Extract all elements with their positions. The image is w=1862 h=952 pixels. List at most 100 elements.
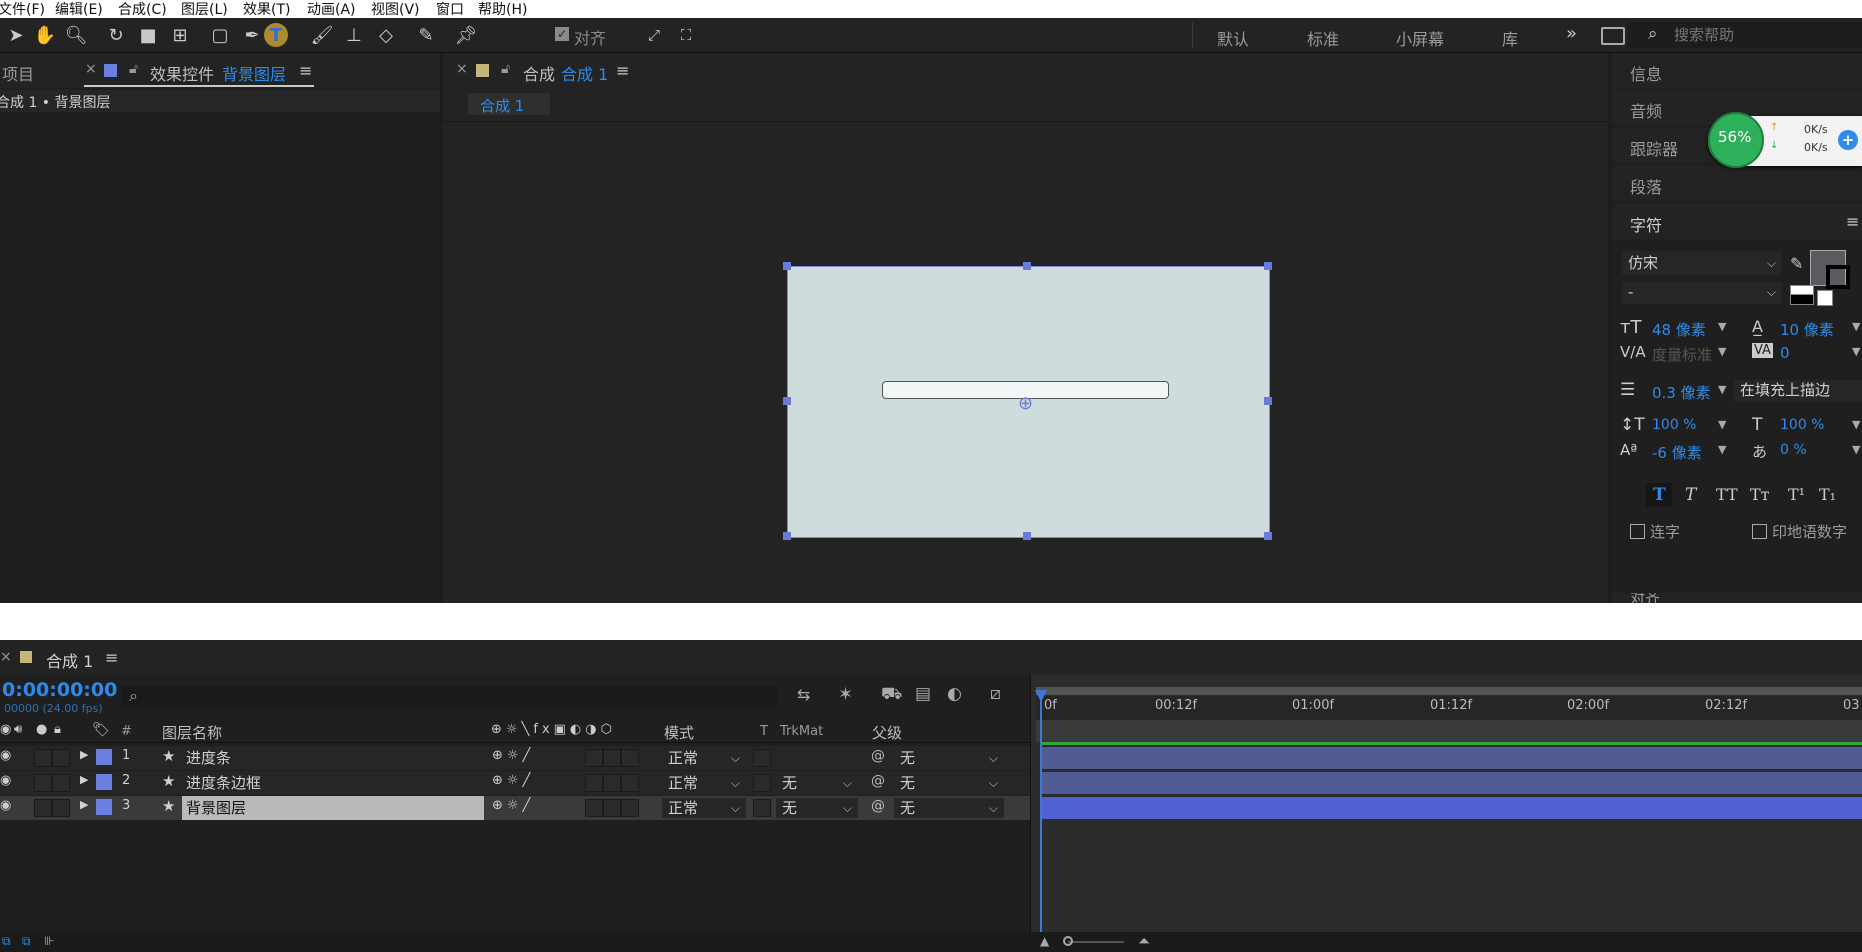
mode-dropdown[interactable]: 正常 ⌵ <box>662 798 746 818</box>
menu-edit[interactable]: 编辑(E) <box>55 0 103 19</box>
layer-row[interactable]: ◉ ▶ 1 ★ 进度条 ⊕☼╱ 正常 ⌵ @ 无 ⌵ <box>0 746 1030 770</box>
snap-icon[interactable]: ⤢ <box>642 23 666 47</box>
chevron-down-icon[interactable]: ▼ <box>1718 320 1726 333</box>
transform-handle[interactable] <box>1023 262 1031 270</box>
menu-composition[interactable]: 合成(C) <box>118 0 167 19</box>
solo-switch[interactable] <box>34 799 52 817</box>
info-panel-header[interactable]: 信息 <box>1612 53 1862 88</box>
panel-menu-icon[interactable]: ≡ <box>299 61 312 80</box>
layer-switch-box[interactable] <box>603 799 621 817</box>
lock-switch[interactable] <box>52 774 70 792</box>
layer-switch-box[interactable] <box>585 749 603 767</box>
character-panel-header[interactable]: 字符 ≡ <box>1612 204 1862 239</box>
selection-tool-icon[interactable]: ➤ <box>4 23 28 47</box>
layer-switch-box[interactable] <box>585 799 603 817</box>
transform-handle[interactable] <box>783 532 791 540</box>
menu-layer[interactable]: 图层(L) <box>181 0 228 19</box>
close-icon[interactable]: × <box>456 61 468 77</box>
transform-handle[interactable] <box>1264 532 1272 540</box>
tab-effect-controls-prefix[interactable]: 效果控件 <box>150 61 214 85</box>
faux-italic-button[interactable]: T <box>1685 485 1696 505</box>
tab-comp-prefix[interactable]: 合成 <box>523 61 555 85</box>
faux-bold-button[interactable]: T <box>1646 483 1672 507</box>
transform-handle[interactable] <box>783 262 791 270</box>
horizontal-scale-value[interactable]: 100 % <box>1780 417 1824 433</box>
layer-switch-box[interactable] <box>603 774 621 792</box>
label-color-swatch[interactable] <box>96 749 112 765</box>
chevron-down-icon[interactable]: ▼ <box>1718 418 1726 431</box>
menu-animation[interactable]: 动画(A) <box>307 0 356 19</box>
graph-editor-icon[interactable]: ⧄ <box>990 684 1001 704</box>
work-area-bar[interactable] <box>1036 687 1862 695</box>
workspace-panel-icon[interactable] <box>1601 27 1625 45</box>
close-icon[interactable]: × <box>85 61 97 77</box>
add-button[interactable]: + <box>1838 130 1858 150</box>
eyedropper-icon[interactable]: ✎ <box>1790 254 1803 273</box>
workspace-more-button[interactable]: » <box>1566 23 1577 44</box>
panel-menu-icon[interactable]: ≡ <box>105 648 118 667</box>
rectangle-tool-icon[interactable]: ▢ <box>208 23 232 47</box>
toggle-switches-icon[interactable]: ⧉ <box>2 934 11 949</box>
superscript-button[interactable]: T¹ <box>1788 485 1805 504</box>
parent-dropdown[interactable]: 无 ⌵ <box>894 748 1004 768</box>
current-time-indicator[interactable] <box>1040 696 1042 952</box>
chevron-down-icon[interactable]: ▼ <box>1852 418 1860 431</box>
tracking-value[interactable]: 0 <box>1780 344 1790 362</box>
zoom-slider-track[interactable] <box>1068 941 1124 943</box>
layer-switch-box[interactable] <box>621 774 639 792</box>
menu-view[interactable]: 视图(V) <box>371 0 420 19</box>
layer-switch-box[interactable] <box>585 774 603 792</box>
eye-icon[interactable]: ◉ <box>0 748 11 763</box>
layer-duration-bar-selected[interactable] <box>1041 797 1862 819</box>
playhead-icon[interactable] <box>1035 690 1047 702</box>
label-color-swatch[interactable] <box>96 774 112 790</box>
clone-stamp-tool-icon[interactable]: ⊥ <box>342 23 366 47</box>
pickwhip-icon[interactable]: @ <box>871 798 885 814</box>
preserve-transparency-checkbox[interactable] <box>753 799 771 817</box>
type-tool-icon[interactable]: T <box>264 23 288 47</box>
transform-handle[interactable] <box>1023 532 1031 540</box>
preserve-transparency-checkbox[interactable] <box>753 774 771 792</box>
rotate-tool-icon[interactable]: ↻ <box>104 23 128 47</box>
small-caps-button[interactable]: Tт <box>1750 485 1770 504</box>
workspace-default[interactable]: 默认 <box>1217 26 1249 50</box>
comp-canvas[interactable]: ⊕ <box>787 266 1270 538</box>
layer-switches-icons[interactable]: ⊕☼╱ <box>492 773 534 788</box>
frame-blending-icon[interactable]: ▤ <box>915 684 931 704</box>
eye-icon[interactable]: ◉ <box>0 773 11 788</box>
roto-brush-tool-icon[interactable]: ✎ <box>414 23 438 47</box>
zoom-in-icon[interactable]: ⏶ <box>1138 932 1150 950</box>
chevron-down-icon[interactable]: ▼ <box>1718 345 1726 358</box>
font-style-dropdown[interactable]: - ⌵ <box>1622 282 1782 304</box>
all-caps-button[interactable]: TT <box>1716 485 1738 504</box>
pen-tool-icon[interactable]: ✒ <box>240 23 264 47</box>
toggle-modes-icon[interactable]: ⧉ <box>22 934 31 949</box>
chevron-down-icon[interactable]: ▼ <box>1718 443 1726 456</box>
comp-flowchart-icon[interactable]: ⇆ <box>797 685 810 704</box>
solo-switch[interactable] <box>34 749 52 767</box>
layer-name[interactable]: 进度条 <box>186 747 231 768</box>
font-family-dropdown[interactable]: 仿宋 ⌵ <box>1622 251 1782 275</box>
time-navigator-bar[interactable] <box>1036 720 1862 742</box>
layer-name-highlight[interactable]: 背景图层 <box>182 796 484 820</box>
align-checkbox[interactable]: ✓ <box>555 27 569 41</box>
zoom-slider-handle[interactable] <box>1063 936 1073 946</box>
puppet-tool-icon[interactable]: 📌︎ <box>454 23 478 47</box>
ligature-checkbox[interactable] <box>1630 524 1645 539</box>
lock-switch[interactable] <box>52 799 70 817</box>
transform-handle[interactable] <box>1264 397 1272 405</box>
layer-row[interactable]: ◉ ▶ 2 ★ 进度条边框 ⊕☼╱ 正常 ⌵ 无 ⌵ @ 无 ⌵ <box>0 771 1030 795</box>
eraser-tool-icon[interactable]: ◇ <box>374 23 398 47</box>
snap-grid-icon[interactable]: ⛶ <box>674 23 698 47</box>
tab-project[interactable]: 项目 <box>2 61 34 85</box>
subscript-button[interactable]: T₁ <box>1819 485 1836 504</box>
stroke-width-value[interactable]: 0.3 像素 <box>1652 382 1711 403</box>
draft-3d-icon[interactable]: ✶ <box>838 684 853 705</box>
motion-blur-icon[interactable]: ◐ <box>947 684 962 704</box>
vertical-scale-value[interactable]: 100 % <box>1652 417 1696 433</box>
align-panel-header[interactable]: 对齐 <box>1612 593 1862 603</box>
pan-behind-tool-icon[interactable]: ⊞ <box>168 23 192 47</box>
eye-icon[interactable]: ◉ <box>0 798 11 813</box>
comp-subtab[interactable]: 合成 1 <box>468 93 550 115</box>
layer-switch-box[interactable] <box>621 799 639 817</box>
